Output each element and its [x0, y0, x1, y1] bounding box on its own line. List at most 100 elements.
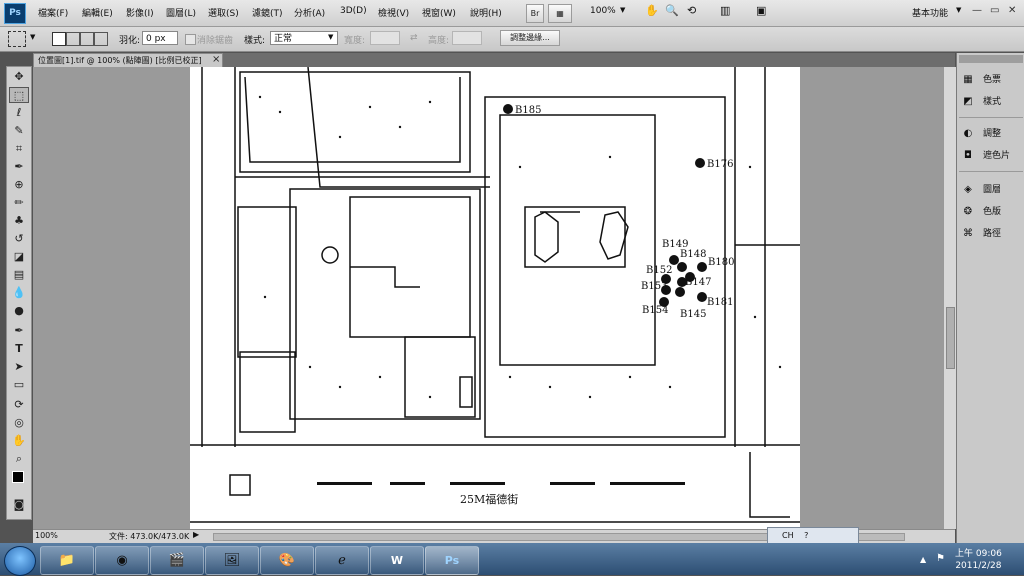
explorer-taskbar-icon[interactable]: 📁: [40, 546, 94, 575]
photoshop-logo: Ps: [4, 3, 26, 24]
scrollbar-thumb[interactable]: [946, 307, 955, 369]
document-close-icon[interactable]: ×: [212, 54, 220, 65]
refine-edge-button[interactable]: 調整邊緣...: [500, 30, 560, 46]
menu-filter[interactable]: 濾鏡(T): [252, 6, 283, 19]
path-selection-tool-icon[interactable]: ➤: [9, 359, 29, 375]
panel-dock-header[interactable]: [959, 55, 1023, 63]
panel-adjustments[interactable]: ◐ 調整: [961, 125, 1023, 143]
adjustments-icon: ◐: [963, 127, 973, 139]
workspace-switcher[interactable]: 基本功能: [912, 6, 948, 19]
panel-layers[interactable]: ◈ 圖層: [961, 181, 1023, 199]
crop-tool-icon[interactable]: ⌗: [9, 141, 29, 157]
screen-mode-icon[interactable]: ▣: [756, 4, 766, 17]
map-image[interactable]: B185 B176 B149 B148 B180 B152 B153 B147 …: [190, 67, 800, 529]
brush-tool-icon[interactable]: ✏: [9, 195, 29, 211]
clone-stamp-tool-icon[interactable]: ♣: [9, 213, 29, 229]
clock[interactable]: 上午 09:06 2011/2/28: [955, 548, 1002, 572]
zoom-tool-icon[interactable]: 🔍: [665, 4, 679, 17]
menu-view[interactable]: 檢視(V): [378, 6, 409, 19]
antialias-checkbox[interactable]: [185, 34, 196, 45]
swatches-icon: ▦: [963, 73, 973, 85]
photoshop-taskbar-icon[interactable]: Ps: [425, 546, 479, 575]
feather-input[interactable]: 0 px: [142, 31, 178, 45]
hand-tool-icon[interactable]: ✋: [9, 433, 29, 449]
menu-3d[interactable]: 3D(D): [340, 6, 367, 16]
document-tab[interactable]: 位置圖[1].tif @ 100% (點陣圖) [比例已校正]: [33, 53, 223, 67]
eraser-tool-icon[interactable]: ◪: [9, 249, 29, 265]
panel-masks[interactable]: ◘ 遮色片: [961, 147, 1023, 165]
channels-icon: ❂: [963, 205, 973, 217]
map-label: B145: [680, 309, 706, 320]
quick-mask-icon[interactable]: ◙: [9, 497, 29, 513]
menu-image[interactable]: 影像(I): [126, 6, 154, 19]
dodge-tool-icon[interactable]: ●: [9, 303, 29, 319]
bridge-button[interactable]: Br: [526, 4, 544, 23]
healing-brush-tool-icon[interactable]: ⊕: [9, 177, 29, 193]
height-input[interactable]: [452, 31, 482, 45]
map-drawing: B185 B176 B149 B148 B180 B152 B153 B147 …: [190, 67, 800, 523]
blur-tool-icon[interactable]: 💧: [9, 285, 29, 301]
menu-help[interactable]: 說明(H): [470, 6, 502, 19]
canvas-area[interactable]: B185 B176 B149 B148 B180 B152 B153 B147 …: [33, 67, 943, 529]
quick-selection-tool-icon[interactable]: ✎: [9, 123, 29, 139]
zoom-dropdown-icon[interactable]: ▼: [620, 6, 625, 14]
language-bar[interactable]: CH ?: [767, 527, 859, 544]
start-button[interactable]: [4, 546, 36, 576]
ie-taskbar-icon[interactable]: ℯ: [315, 546, 369, 575]
viewer-taskbar-icon[interactable]: 🖼: [205, 546, 259, 575]
minimize-button[interactable]: —: [972, 5, 982, 16]
vertical-scrollbar[interactable]: [943, 67, 956, 529]
tray-flag-icon[interactable]: ⚑: [936, 553, 945, 564]
shape-tool-icon[interactable]: ▭: [9, 377, 29, 393]
rotate-view-icon[interactable]: ⟲: [687, 4, 696, 17]
foreground-color-swatch[interactable]: [12, 471, 24, 483]
tray-expand-icon[interactable]: ▲: [920, 555, 926, 564]
type-tool-icon[interactable]: T: [9, 341, 29, 357]
panel-styles[interactable]: ◩ 樣式: [961, 93, 1023, 111]
intersect-selection-icon[interactable]: [94, 32, 108, 46]
panel-paths[interactable]: ⌘ 路徑: [961, 225, 1023, 243]
subtract-selection-icon[interactable]: [80, 32, 94, 46]
workspace-dropdown-icon[interactable]: ▼: [956, 6, 961, 14]
preset-dropdown-icon[interactable]: ▼: [30, 33, 35, 41]
paths-icon: ⌘: [963, 227, 973, 239]
restore-button[interactable]: ▭: [990, 5, 999, 16]
history-brush-tool-icon[interactable]: ↺: [9, 231, 29, 247]
3d-rotate-tool-icon[interactable]: ⟳: [9, 397, 29, 413]
3d-orbit-tool-icon[interactable]: ◎: [9, 415, 29, 431]
menu-analysis[interactable]: 分析(A): [294, 6, 325, 19]
menu-select[interactable]: 選取(S): [208, 6, 239, 19]
hand-tool-icon[interactable]: ✋: [645, 4, 659, 17]
close-button[interactable]: ✕: [1008, 5, 1016, 16]
menu-layer[interactable]: 圖層(L): [166, 6, 196, 19]
clock-date: 2011/2/28: [955, 561, 1002, 571]
style-dropdown-icon[interactable]: ▼: [328, 33, 333, 41]
status-arrow-icon[interactable]: ▶: [193, 530, 199, 539]
status-zoom[interactable]: 100%: [35, 531, 58, 540]
rectangular-marquee-tool-icon[interactable]: ⬚: [9, 87, 29, 103]
menu-window[interactable]: 視窗(W): [422, 6, 456, 19]
minibridge-icon[interactable]: ▦: [548, 4, 572, 23]
panel-channels[interactable]: ❂ 色版: [961, 203, 1023, 221]
panel-swatches[interactable]: ▦ 色票: [961, 71, 1023, 89]
move-tool-icon[interactable]: ✥: [9, 69, 29, 85]
pen-tool-icon[interactable]: ✒: [9, 323, 29, 339]
ime-help-icon[interactable]: ?: [804, 531, 808, 540]
menu-file[interactable]: 檔案(F): [38, 6, 68, 19]
zoom-level[interactable]: 100%: [590, 6, 616, 16]
new-selection-icon[interactable]: [52, 32, 66, 46]
add-selection-icon[interactable]: [66, 32, 80, 46]
menu-edit[interactable]: 編輯(E): [82, 6, 113, 19]
media-taskbar-icon[interactable]: 🎬: [150, 546, 204, 575]
chrome-taskbar-icon[interactable]: ◉: [95, 546, 149, 575]
eyedropper-tool-icon[interactable]: ✒: [9, 159, 29, 175]
marquee-preset-icon[interactable]: [8, 31, 26, 47]
paint-taskbar-icon[interactable]: 🎨: [260, 546, 314, 575]
zoom-tool-icon[interactable]: ⌕: [9, 451, 29, 467]
lasso-tool-icon[interactable]: ℓ: [9, 105, 29, 121]
arrange-documents-icon[interactable]: ▥: [720, 4, 730, 17]
gradient-tool-icon[interactable]: ▤: [9, 267, 29, 283]
width-input[interactable]: [370, 31, 400, 45]
word-taskbar-icon[interactable]: W: [370, 546, 424, 575]
swap-icon[interactable]: ⇄: [410, 33, 418, 43]
